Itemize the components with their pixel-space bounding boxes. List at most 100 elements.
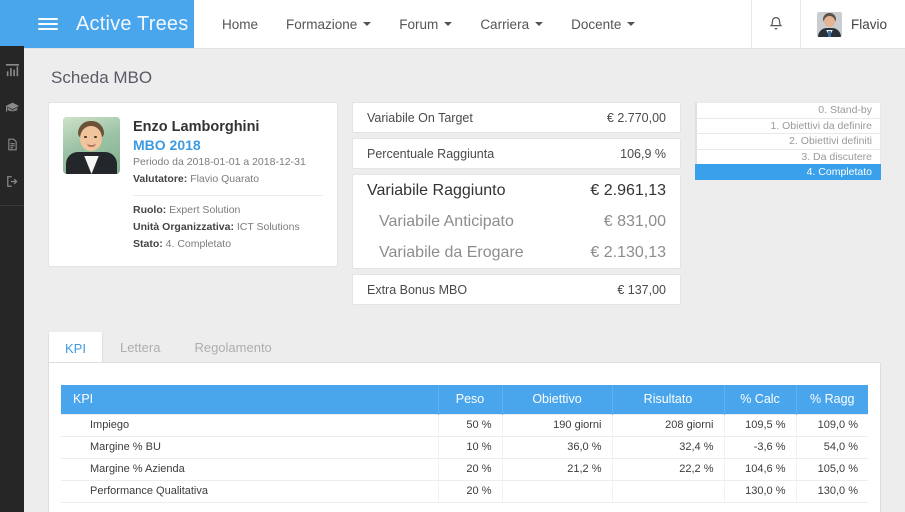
- nav-item-carriera[interactable]: Carriera: [466, 0, 557, 49]
- cell-ragg: 130,0 %: [796, 480, 868, 503]
- kpi-panel: KPI Peso Obiettivo Risultato % Calc % Ra…: [48, 362, 881, 512]
- bell-icon: [769, 16, 783, 30]
- profile-ruolo: Ruolo: Expert Solution: [133, 202, 323, 218]
- summary-label: Variabile da Erogare: [379, 243, 524, 261]
- profile-stato: Stato: 4. Completato: [133, 236, 323, 252]
- cell-kpi: Margine % BU: [61, 436, 439, 459]
- col-header-peso[interactable]: Peso: [438, 385, 503, 414]
- cell-obiettivo: 36,0 %: [502, 436, 613, 459]
- cell-ragg: 109,0 %: [796, 413, 868, 437]
- profile-period: Periodo da 2018-01-01 a 2018-12-31: [133, 156, 306, 169]
- summary-label: Extra Bonus MBO: [367, 282, 468, 297]
- status-step-2[interactable]: 2. Obiettivi definiti: [695, 133, 881, 149]
- table-row: Performance Qualitativa 20 % 130,0 % 130…: [61, 480, 868, 503]
- summary-label: Variabile On Target: [367, 110, 473, 125]
- status-label: 2. Obiettivi definiti: [789, 135, 872, 148]
- kpi-table-head: KPI Peso Obiettivo Risultato % Calc % Ra…: [61, 385, 868, 414]
- bar-chart-icon[interactable]: [0, 52, 24, 89]
- profile-divider: [133, 194, 323, 196]
- ruolo-value: Expert Solution: [169, 203, 241, 216]
- logout-icon[interactable]: [0, 163, 24, 200]
- unita-label: Unità Organizzativa:: [133, 220, 234, 233]
- brand-block[interactable]: Active Trees: [24, 0, 194, 48]
- cell-calc: 104,6 %: [724, 458, 797, 481]
- user-name: Flavio: [850, 16, 887, 32]
- cell-kpi: Impiego: [61, 413, 439, 437]
- table-row: Margine % Azienda 20 % 21,2 % 22,2 % 104…: [61, 458, 868, 481]
- cell-ragg: 54,0 %: [796, 436, 868, 459]
- chevron-down-icon: [363, 22, 372, 26]
- profile-subtitle[interactable]: MBO 2018: [133, 137, 323, 153]
- status-step-3[interactable]: 3. Da discutere: [695, 148, 881, 164]
- summary-value: € 2.770,00: [606, 110, 666, 125]
- unita-value: ICT Solutions: [236, 220, 300, 233]
- cell-obiettivo: 21,2 %: [502, 458, 613, 481]
- status-label: 4. Completato: [806, 165, 872, 178]
- profile-card: Enzo Lamborghini MBO 2018 Periodo da 201…: [48, 102, 338, 268]
- status-step-list: 0. Stand-by 1. Obiettivi da definire 2. …: [695, 102, 881, 180]
- col-header-obiettivo[interactable]: Obiettivo: [502, 385, 613, 414]
- col-header-ragg[interactable]: % Ragg: [796, 385, 868, 414]
- cell-obiettivo: 190 giorni: [502, 413, 613, 437]
- tab-kpi[interactable]: KPI: [48, 332, 103, 362]
- stato-value: 4. Completato: [165, 238, 232, 251]
- nav-label: Formazione: [286, 16, 358, 32]
- summary-row-extra-bonus: Extra Bonus MBO € 137,00: [352, 274, 681, 305]
- rail-icon-list: [0, 46, 24, 206]
- cell-peso: 20 %: [438, 458, 503, 481]
- rail-top-spacer: [0, 0, 24, 46]
- nav-item-forum[interactable]: Forum: [385, 0, 466, 49]
- summary-label: Variabile Raggiunto: [367, 181, 506, 199]
- kpi-table: KPI Peso Obiettivo Risultato % Calc % Ra…: [61, 385, 868, 503]
- cell-kpi: Margine % Azienda: [61, 458, 439, 481]
- left-icon-rail: [0, 0, 24, 512]
- col-header-calc[interactable]: % Calc: [724, 385, 797, 414]
- profile-info: Enzo Lamborghini MBO 2018 Periodo da 201…: [133, 117, 323, 252]
- hamburger-icon[interactable]: [38, 14, 58, 34]
- profile-name: Enzo Lamborghini: [133, 119, 260, 135]
- summary-label: Percentuale Raggiunta: [367, 146, 495, 161]
- cell-ragg: 105,0 %: [796, 458, 868, 481]
- profile-unita: Unità Organizzativa: ICT Solutions: [133, 219, 323, 235]
- profile-valutatore: Valutatore: Flavio Quarato: [133, 171, 323, 187]
- notifications-button[interactable]: [750, 0, 800, 48]
- tab-label: KPI: [65, 340, 86, 356]
- tab-label: Regolamento: [194, 340, 272, 355]
- cell-peso: 20 %: [438, 480, 503, 503]
- summary-value: € 137,00: [617, 282, 666, 297]
- nav-links: Home Formazione Forum Carriera Docente: [194, 0, 751, 48]
- nav-item-docente[interactable]: Docente: [557, 0, 649, 49]
- brand-title: Active Trees: [76, 12, 189, 35]
- tab-lettera[interactable]: Lettera: [103, 332, 177, 362]
- table-row: Impiego 50 % 190 giorni 208 giorni 109,5…: [61, 413, 868, 437]
- kpi-table-body: Impiego 50 % 190 giorni 208 giorni 109,5…: [61, 413, 868, 503]
- status-step-1[interactable]: 1. Obiettivi da definire: [695, 117, 881, 133]
- cell-calc: 109,5 %: [724, 413, 797, 437]
- chevron-down-icon: [444, 22, 453, 26]
- user-menu-button[interactable]: Flavio: [799, 0, 905, 48]
- tab-regolamento[interactable]: Regolamento: [177, 332, 288, 362]
- document-icon[interactable]: [0, 126, 24, 163]
- summary-value: € 2.130,13: [590, 243, 666, 261]
- table-row: Margine % BU 10 % 36,0 % 32,4 % -3,6 % 5…: [61, 436, 868, 459]
- status-step-0[interactable]: 0. Stand-by: [695, 102, 881, 118]
- status-label: 3. Da discutere: [801, 150, 872, 163]
- main-content: Scheda MBO Enzo Lamborghini MBO 2018 Per…: [24, 49, 905, 512]
- cell-risultato: [612, 480, 725, 503]
- cell-risultato: 22,2 %: [612, 458, 725, 481]
- nav-item-formazione[interactable]: Formazione: [272, 0, 385, 49]
- cell-calc: 130,0 %: [724, 480, 797, 503]
- page-title: Scheda MBO: [51, 68, 153, 87]
- status-step-4[interactable]: 4. Completato: [695, 164, 881, 180]
- col-header-kpi[interactable]: KPI: [61, 385, 439, 414]
- tab-bar: KPI Lettera Regolamento: [48, 332, 881, 362]
- nav-label: Docente: [571, 16, 622, 32]
- avatar: [816, 11, 842, 37]
- graduation-cap-icon[interactable]: [0, 89, 24, 126]
- cell-peso: 10 %: [438, 436, 503, 459]
- status-label: 0. Stand-by: [818, 104, 872, 117]
- valutatore-label: Valutatore:: [133, 173, 188, 186]
- nav-item-home[interactable]: Home: [208, 0, 272, 49]
- col-header-risultato[interactable]: Risultato: [612, 385, 725, 414]
- chevron-down-icon: [535, 22, 544, 26]
